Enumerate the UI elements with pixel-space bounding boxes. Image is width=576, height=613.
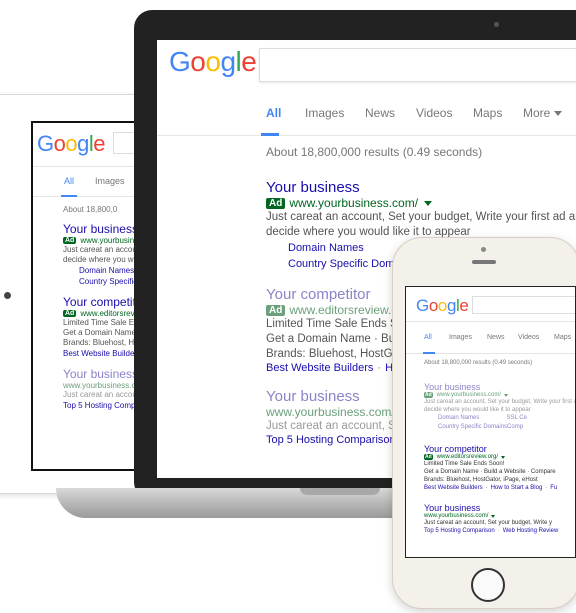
result-url: Ad www.yourbusiness.com/ [266,196,576,210]
tab-news[interactable]: News [365,106,395,120]
active-tab-indicator [261,133,279,136]
phone-speaker [472,260,496,264]
caret-down-icon[interactable] [504,393,509,397]
link-web-hosting-review[interactable]: Web Hosting Review [503,528,559,534]
result-business-organic: Your business www.yourbusiness.com/ Just… [406,503,575,534]
tablet-home-button [4,292,11,299]
result-competitor-ad: Your competitor Ad www.editorsreview.org/… [406,444,575,491]
caret-down-icon[interactable] [424,200,433,206]
phone-topbar: Google [406,287,575,322]
tab-all[interactable]: All [64,176,74,186]
caret-down-icon[interactable] [491,514,496,518]
ad-badge: Ad [63,310,77,317]
organic-links: Top 5 Hosting Comparison·Web Hosting Rev… [424,528,559,534]
search-input[interactable] [472,296,575,314]
google-logo[interactable]: Google [169,46,257,78]
result-business-ad: Your business Ad www.yourbusiness.com/ Ju… [406,382,575,432]
caret-down-icon[interactable] [501,455,506,459]
phone-screen: Google All Images News Videos Maps About… [405,286,576,558]
tab-news[interactable]: News [487,334,505,341]
tab-maps[interactable]: Maps [473,106,502,120]
result-title[interactable]: Your business [266,179,576,196]
google-logo[interactable]: Google [416,296,469,316]
active-tab-indicator [61,195,77,197]
laptop-notch [300,488,380,495]
sitelink-country-domains[interactable]: Country Specific Domains [438,423,507,432]
sitelink-ssl[interactable]: SSL Ce [507,414,576,423]
result-description: Limited Time Sale Ends Soon! [424,461,505,467]
link-top-5-hosting[interactable]: Top 5 Hosting Comparison [424,528,495,534]
chevron-down-icon [554,111,563,117]
link-how-to-start-blog[interactable]: How to Start a Blog [491,485,543,491]
result-description: Just careat an account, Set your budget,… [424,399,576,405]
result-title[interactable]: Your business [424,503,575,513]
result-description: Just careat an account, Set your budget,… [424,520,552,526]
sitelink-domain-names[interactable]: Domain Names [438,414,507,423]
search-input[interactable] [259,48,576,82]
result-description: Get a Domain Name · Build a Website · Co… [424,469,556,475]
tab-videos[interactable]: Videos [518,334,539,341]
competitor-links: Best Website Builders·How to Start a Blo… [424,485,558,491]
phone-camera [481,247,486,252]
laptop-camera [494,22,499,27]
link-truncated[interactable]: Fu [550,485,557,491]
tab-maps[interactable]: Maps [554,334,571,341]
laptop-topbar: Google [157,40,576,92]
phone-home-button [471,568,505,602]
active-tab-indicator [423,352,435,354]
sitelink-comp[interactable]: Comp [507,423,575,432]
ad-badge: Ad [266,197,286,209]
search-tabs: All Images News Videos Maps More [157,92,576,136]
results-stats: About 18,800,000 results (0.49 seconds) [424,360,533,366]
tab-videos[interactable]: Videos [416,106,452,120]
ad-badge: Ad [266,304,286,316]
results-stats: About 18,800,000 results (0.49 seconds) [266,145,483,159]
link-top-5-hosting[interactable]: Top 5 Hosting Comparison [266,434,396,446]
ad-badge: Ad [63,237,77,244]
tab-more[interactable]: More [523,106,563,120]
tab-images[interactable]: Images [95,176,125,186]
link-best-website-builders[interactable]: Best Website Builders [266,362,373,374]
result-description: decide where you would like it to appear [424,407,531,413]
result-title[interactable]: Your business [424,382,575,392]
search-tabs: All Images News Videos Maps [406,322,575,354]
tab-images[interactable]: Images [449,334,472,341]
link-best-website-builders[interactable]: Best Website Builders [424,485,483,491]
result-description: Brands: Bluehost, HostGator, iPage, eHos… [424,477,538,483]
result-description: Just careat an account, Set your budget,… [266,211,576,223]
tab-all[interactable]: All [424,334,432,341]
tab-images[interactable]: Images [305,106,344,120]
tab-all[interactable]: All [266,106,281,120]
result-title[interactable]: Your competitor [424,444,575,454]
google-logo[interactable]: Google [37,131,106,157]
